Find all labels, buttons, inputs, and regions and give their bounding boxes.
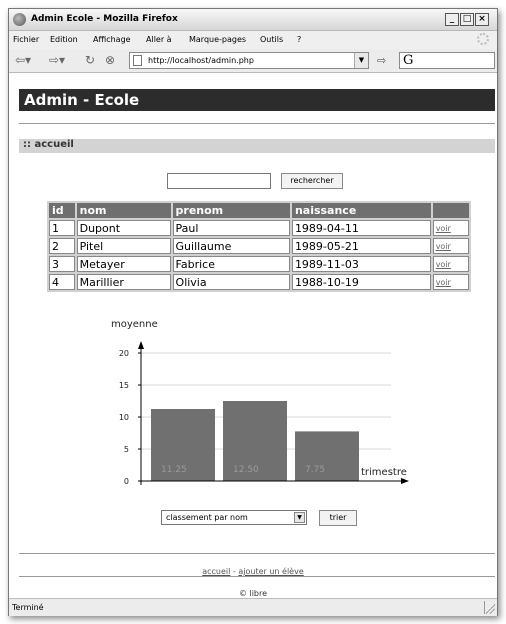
cell-prenom: Fabrice (172, 256, 290, 272)
page-title: Admin - Ecole (24, 91, 140, 109)
cell-naissance: 1988-10-19 (291, 274, 431, 290)
home-link[interactable]: accueil (202, 567, 230, 576)
menu-edition[interactable]: Edition (50, 35, 78, 44)
table-row: 1 Dupont Paul 1989-04-11 voir (49, 220, 469, 236)
section-title: :: accueil (23, 139, 74, 150)
cell-id: 1 (49, 220, 75, 236)
column-header: nom (76, 203, 171, 218)
url-dropdown-icon[interactable]: ▼ (354, 53, 368, 68)
page-icon (133, 55, 142, 66)
forward-icon[interactable]: ⇨▾ (49, 53, 65, 67)
sort-select-value: classement par nom (166, 513, 248, 522)
x-axis-label: trimestre (361, 467, 407, 478)
cell-nom: Pitel (76, 238, 171, 254)
menu-affichage[interactable]: Affichage (93, 35, 131, 44)
y-axis-label: moyenne (111, 319, 158, 330)
firefox-icon (13, 13, 26, 26)
cell-prenom: Guillaume (172, 238, 290, 254)
status-bar: Terminé (9, 599, 497, 616)
sort-button[interactable]: trier (319, 510, 357, 526)
add-student-link[interactable]: ajouter un élève (238, 567, 303, 576)
section-bar: :: accueil (19, 139, 495, 153)
y-tick-label: 15 (119, 381, 129, 390)
window-title: Admin Ecole - Mozilla Firefox (31, 14, 178, 24)
average-chart: moyenne trimestre 0 5 10 15 20 11.25 12.50 7.75 (111, 319, 409, 486)
back-icon[interactable]: ⇦▾ (15, 53, 31, 67)
table-row: 4 Marillier Olivia 1988-10-19 voir (49, 274, 469, 290)
divider (19, 553, 495, 554)
footer-links: accueil - ajouter un élève (9, 567, 497, 576)
cell-id: 2 (49, 238, 75, 254)
cell-action: voir (432, 274, 469, 290)
bar-value-label: 7.75 (305, 465, 325, 475)
page-header: Admin - Ecole (19, 89, 495, 111)
stop-icon[interactable]: ⊗ (105, 53, 115, 67)
throbber-icon (477, 33, 489, 45)
menu-help[interactable]: ? (297, 35, 301, 44)
x-axis-arrow-icon (401, 478, 409, 484)
page-content: Admin - Ecole :: accueil rechercher id n… (9, 73, 497, 599)
y-tick-label: 20 (119, 349, 129, 358)
students-table: id nom prenom naissance 1 Dupont Paul 19… (47, 201, 471, 292)
maximize-button[interactable]: □ (460, 13, 474, 26)
menu-marque-pages[interactable]: Marque-pages (189, 35, 246, 44)
column-header (432, 203, 469, 218)
cell-nom: Dupont (76, 220, 171, 236)
divider (19, 576, 495, 577)
cell-action: voir (432, 238, 469, 254)
voir-link[interactable]: voir (436, 278, 451, 287)
y-tick-label: 10 (119, 413, 129, 422)
cell-nom: Marillier (76, 274, 171, 290)
y-tick-label: 5 (124, 445, 129, 454)
cell-naissance: 1989-11-03 (291, 256, 431, 272)
cell-id: 4 (49, 274, 75, 290)
status-text: Terminé (12, 603, 44, 612)
divider (19, 123, 495, 124)
cell-nom: Metayer (76, 256, 171, 272)
menu-fichier[interactable]: Fichier (13, 35, 39, 44)
search-button[interactable]: rechercher (281, 173, 343, 189)
close-button[interactable]: × (475, 13, 489, 26)
column-header: id (49, 203, 75, 218)
browser-window: Admin Ecole - Mozilla Firefox _ □ × Fich… (8, 8, 498, 616)
y-tick-label: 0 (124, 477, 129, 486)
cell-prenom: Paul (172, 220, 290, 236)
cell-naissance: 1989-04-11 (291, 220, 431, 236)
table-row: 2 Pitel Guillaume 1989-05-21 voir (49, 238, 469, 254)
sort-select[interactable]: classement par nom ▼ (161, 510, 307, 525)
minimize-button[interactable]: _ (445, 13, 459, 26)
column-header: naissance (291, 203, 431, 218)
cell-id: 3 (49, 256, 75, 272)
menu-outils[interactable]: Outils (260, 35, 283, 44)
url-text: http://localhost/admin.php (148, 56, 254, 65)
voir-link[interactable]: voir (436, 260, 451, 269)
y-axis-arrow-icon (138, 341, 144, 349)
voir-link[interactable]: voir (436, 224, 451, 233)
chevron-down-icon[interactable]: ▼ (294, 512, 305, 523)
reload-icon[interactable]: ↻ (85, 53, 95, 67)
copyright: © libre (238, 589, 268, 598)
navigation-toolbar: ⇦▾ ⇨▾ ↻ ⊗ http://localhost/admin.php ▼ ⇨… (9, 49, 497, 73)
search-input[interactable] (167, 173, 271, 189)
cell-prenom: Olivia (172, 274, 290, 290)
cell-action: voir (432, 256, 469, 272)
bar-value-label: 12.50 (233, 465, 259, 475)
table-row: 3 Metayer Fabrice 1989-11-03 voir (49, 256, 469, 272)
search-engine-box[interactable]: G (399, 52, 495, 69)
column-header: prenom (172, 203, 290, 218)
menu-bar: Fichier Edition Affichage Aller à Marque… (9, 31, 497, 49)
table-header-row: id nom prenom naissance (49, 203, 469, 218)
voir-link[interactable]: voir (436, 242, 451, 251)
cell-action: voir (432, 220, 469, 236)
footer-separator: - (232, 567, 236, 576)
go-icon[interactable]: ⇨ (377, 54, 386, 67)
url-bar[interactable]: http://localhost/admin.php ▼ (129, 52, 369, 69)
menu-aller[interactable]: Aller à (146, 35, 172, 44)
google-icon: G (403, 53, 414, 68)
title-bar: Admin Ecole - Mozilla Firefox _ □ × (9, 9, 497, 31)
bar-value-label: 11.25 (161, 465, 187, 475)
cell-naissance: 1989-05-21 (291, 238, 431, 254)
resize-grip-icon[interactable] (485, 604, 495, 614)
